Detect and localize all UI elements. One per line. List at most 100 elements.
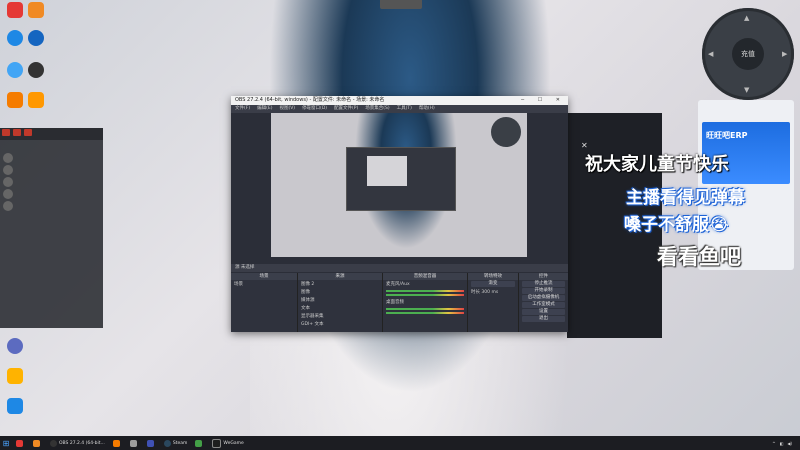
avatar — [3, 153, 13, 163]
menu-profile[interactable]: 配置文件(P) — [334, 105, 358, 113]
menu-help[interactable]: 帮助(H) — [419, 105, 435, 113]
desktop-icon-2[interactable] — [23, 2, 49, 19]
obs-menubar: 文件(F) 编辑(E) 视图(V) 停靠窗口(D) 配置文件(P) 场景集合(S… — [231, 105, 568, 113]
network-icon[interactable]: ◧ — [780, 441, 784, 446]
chat-header — [0, 128, 103, 140]
arrow-up-icon[interactable]: ▲ — [744, 14, 749, 22]
menu-view[interactable]: 视图(V) — [279, 105, 295, 113]
menu-edit[interactable]: 编辑(E) — [257, 105, 272, 113]
app-icon — [7, 62, 23, 78]
erp-brand: 旺旺吧ERP — [706, 131, 748, 140]
avatar — [3, 201, 13, 211]
audio-meter — [386, 308, 464, 310]
chat-user-row — [0, 176, 103, 188]
dock-header: 控件 — [519, 273, 568, 280]
dock-header: 来源 — [298, 273, 382, 280]
taskbar-item[interactable] — [12, 437, 29, 449]
windows-start-icon[interactable]: ⊞ — [0, 437, 12, 449]
scenes-dock[interactable]: 场景 场景 — [231, 273, 298, 332]
close-icon[interactable]: ✕ — [581, 141, 588, 150]
desktop-icon-9[interactable] — [2, 338, 28, 355]
arrow-down-icon[interactable]: ▼ — [744, 86, 749, 94]
arrow-right-icon[interactable]: ▶ — [782, 50, 787, 58]
transition-duration[interactable]: 时长 300 ms — [468, 288, 518, 296]
transitions-dock[interactable]: 转场特效 渐变 时长 300 ms — [468, 273, 519, 332]
stop-streaming-button[interactable]: 停止推流 — [522, 281, 565, 287]
app-icon — [28, 92, 44, 108]
chat-user-row — [0, 164, 103, 176]
menu-file[interactable]: 文件(F) — [235, 105, 250, 113]
menu-docks[interactable]: 停靠窗口(D) — [302, 105, 327, 113]
taskbar-item[interactable] — [29, 437, 46, 449]
settings-button[interactable]: 设置 — [522, 309, 565, 315]
danmaku-chat-panel[interactable] — [0, 128, 103, 328]
taskbar-item[interactable] — [143, 437, 160, 449]
taskbar-item[interactable] — [126, 437, 143, 449]
top-notice[interactable] — [380, 0, 422, 9]
desktop-icon-4[interactable] — [23, 30, 49, 47]
audio-meter — [386, 312, 464, 314]
taskbar-item-obs[interactable]: OBS 27.2.4 (64-bit... — [46, 437, 109, 449]
volume-icon[interactable]: ◀) — [787, 441, 792, 446]
source-item[interactable]: GDI+ 文本 — [298, 320, 382, 328]
chat-message — [0, 216, 103, 218]
joystick-widget[interactable]: ▲ ▼ ◀ ▶ 充值 — [702, 8, 794, 100]
source-item[interactable]: 图像 — [298, 288, 382, 296]
scene-item[interactable]: 场景 — [231, 280, 297, 288]
obs-icon — [28, 62, 44, 78]
audio-meter — [386, 290, 464, 292]
transition-select[interactable]: 渐变 — [471, 281, 515, 287]
source-item[interactable]: 文本 — [298, 304, 382, 312]
source-item[interactable]: 图像 2 — [298, 280, 382, 288]
desktop-icon-11[interactable] — [2, 398, 28, 415]
audio-meter — [386, 294, 464, 296]
taskbar-item[interactable] — [109, 437, 126, 449]
edge-icon — [7, 30, 23, 46]
window-title: OBS 27.2.4 (64-bit, windows) - 配置文件: 未命名… — [235, 97, 385, 103]
taskbar-item-steam[interactable]: Steam — [160, 437, 192, 449]
taskbar-item-wegame[interactable]: WeGame — [208, 437, 247, 449]
overlay-text-4: 看看鱼吧 — [657, 245, 741, 269]
taskbar-item[interactable] — [191, 437, 208, 449]
overlay-text-1: 祝大家儿童节快乐 — [585, 154, 729, 175]
gift-icon — [24, 129, 32, 136]
controls-dock[interactable]: 控件 停止推流 开始录制 启动虚拟摄像机 工作室模式 设置 退出 — [519, 273, 568, 332]
dock-header: 音频混音器 — [383, 273, 467, 280]
overlay-text-3: 嗓子不舒服😭 — [624, 215, 729, 235]
obs-window[interactable]: OBS 27.2.4 (64-bit, windows) - 配置文件: 未命名… — [231, 96, 568, 332]
obs-titlebar[interactable]: OBS 27.2.4 (64-bit, windows) - 配置文件: 未命名… — [231, 96, 568, 105]
chevron-up-icon[interactable]: ^ — [772, 441, 775, 446]
source-item[interactable]: 显示器采集 — [298, 312, 382, 320]
mixer-channel-label: 桌面音频 — [386, 300, 404, 305]
app-icon — [7, 2, 23, 18]
app-icon — [7, 92, 23, 108]
app-icon — [7, 338, 23, 354]
virtual-camera-button[interactable]: 启动虚拟摄像机 — [522, 295, 565, 301]
desktop-icon-8[interactable] — [23, 92, 49, 109]
app-icon — [33, 439, 40, 447]
browser-icon — [28, 30, 44, 46]
menu-scene-collection[interactable]: 场景集合(S) — [365, 105, 389, 113]
app-icon — [16, 439, 23, 447]
nested-preview-inner — [367, 156, 407, 186]
start-recording-button[interactable]: 开始录制 — [522, 288, 565, 294]
arrow-left-icon[interactable]: ◀ — [708, 50, 713, 58]
chat-user-row — [0, 152, 103, 164]
mixer-channel-label: 麦克风/Aux — [386, 282, 410, 287]
preview-margin — [231, 113, 271, 257]
avatar — [3, 165, 13, 175]
desktop-icon-6[interactable] — [23, 62, 49, 79]
app-icon — [28, 2, 44, 18]
menu-tools[interactable]: 工具(T) — [397, 105, 412, 113]
obs-preview[interactable] — [271, 113, 527, 257]
exit-button[interactable]: 退出 — [522, 316, 565, 322]
desktop-icon-10[interactable] — [2, 368, 28, 385]
source-item[interactable]: 媒体源 — [298, 296, 382, 304]
recharge-button[interactable]: 充值 — [732, 38, 764, 70]
gift-icon — [13, 129, 21, 136]
studio-mode-button[interactable]: 工作室模式 — [522, 302, 565, 308]
app-icon — [146, 439, 154, 447]
window-controls[interactable]: ─ ☐ ✕ — [521, 96, 566, 105]
sources-dock[interactable]: 来源 图像 2 图像 媒体源 文本 显示器采集 GDI+ 文本 — [298, 273, 383, 332]
audio-mixer-dock[interactable]: 音频混音器 麦克风/Aux 桌面音频 — [383, 273, 468, 332]
